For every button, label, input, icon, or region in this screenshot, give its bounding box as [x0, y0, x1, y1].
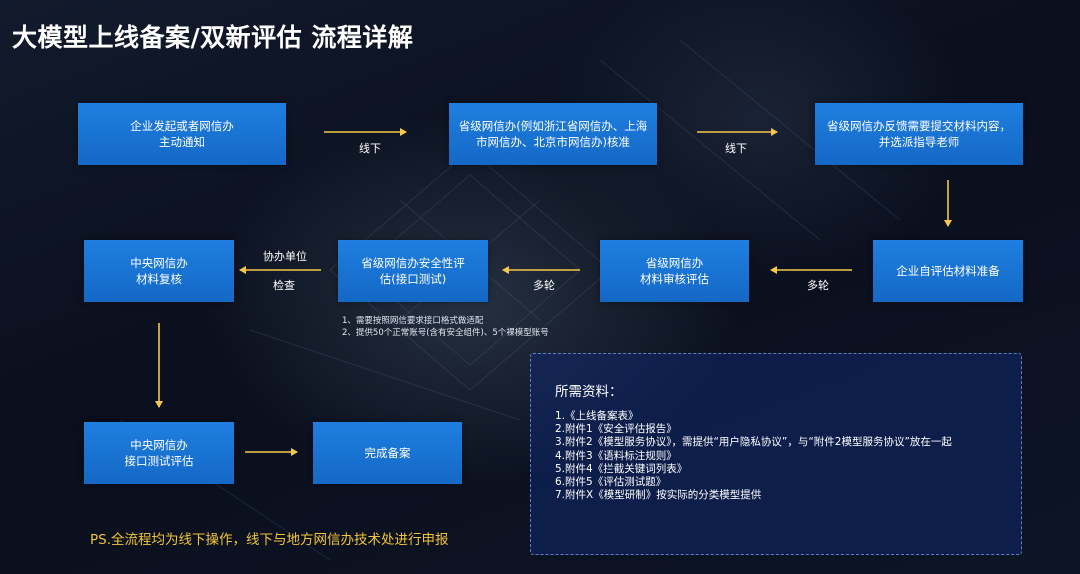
edge-label-b2-b3: 线下: [725, 142, 747, 155]
ps-note: PS.全流程均为线下操作，线下与地方网信办技术处进行申报: [90, 532, 449, 548]
edge-label-b5-b6: 多轮: [533, 279, 555, 292]
material-item: 1.《上线备案表》: [555, 410, 639, 422]
material-item: 7.附件X《模型研制》按实际的分类模型提供: [555, 489, 762, 502]
material-item: 4.附件3《语料标注规则》: [555, 449, 677, 462]
edge-label-b6-b7-bottom: 检查: [273, 279, 295, 292]
materials-list: 1.《上线备案表》 2.附件1《安全评估报告》 3.附件2《模型服务协议》，需提…: [555, 410, 995, 502]
material-item: 2.附件1《安全评估报告》: [555, 423, 677, 436]
panel-title: 所需资料：: [555, 384, 623, 400]
note-accounts: 2、提供50个正常账号(含有安全组件)、5个裸模型账号: [342, 328, 549, 338]
material-item: 6.附件5《评估测试题》: [555, 476, 667, 489]
material-item: 3.附件2《模型服务协议》，需提供“用户隐私协议”，与“附件2模型服务协议”放在…: [555, 436, 952, 449]
required-materials-panel: 所需资料： 1.《上线备案表》 2.附件1《安全评估报告》 3.附件2《模型服务…: [530, 353, 1022, 555]
material-item: 5.附件4《拦截关键词列表》: [555, 462, 688, 475]
edge-label-b1-b2: 线下: [359, 142, 381, 155]
edge-label-b4-b5: 多轮: [807, 279, 829, 292]
note-interface-format: 1、需要按照网信要求接口格式做适配: [342, 316, 484, 326]
edge-label-b6-b7-top: 协办单位: [263, 250, 307, 263]
